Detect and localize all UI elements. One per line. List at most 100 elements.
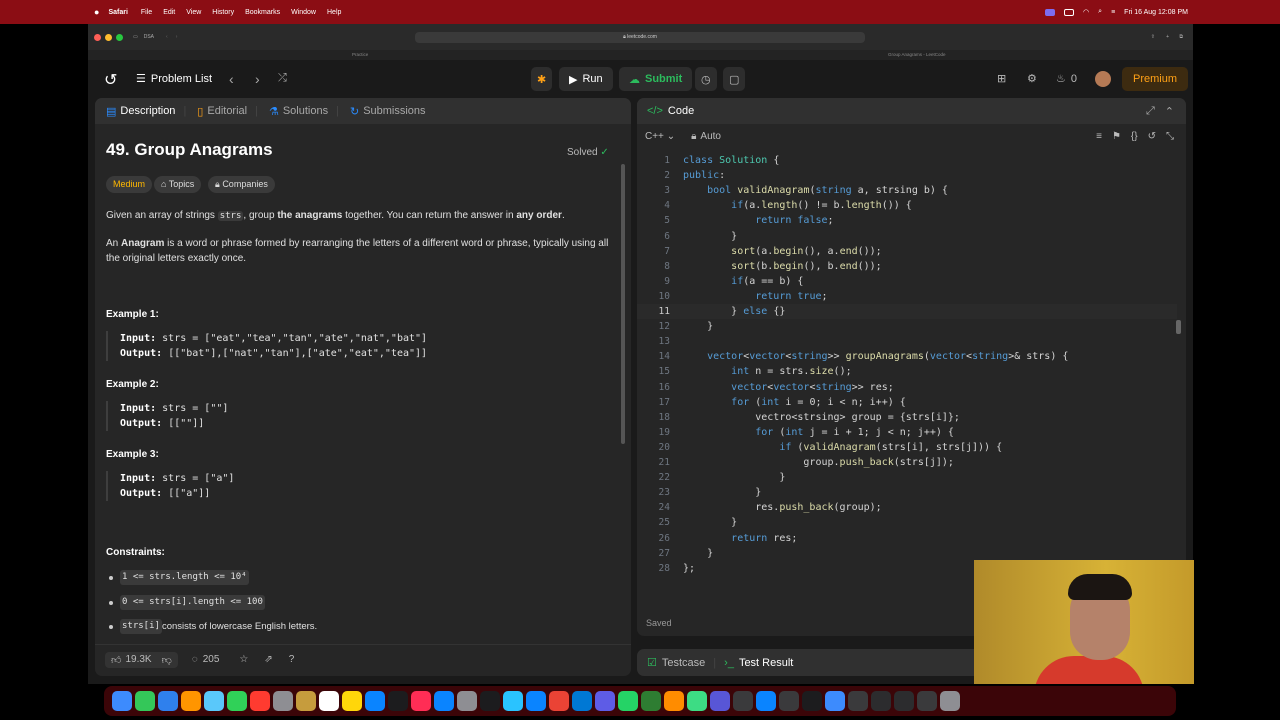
- star-icon[interactable]: ☆: [239, 654, 248, 665]
- problem-list-button[interactable]: ☰ Problem List: [136, 72, 212, 86]
- minimize-window-icon[interactable]: [105, 33, 112, 41]
- topics-chip[interactable]: ⌂ Topics: [154, 176, 202, 193]
- dock-app-icon[interactable]: [342, 691, 362, 711]
- dock-app-icon[interactable]: [181, 691, 201, 711]
- zoom-window-icon[interactable]: [116, 33, 123, 41]
- back-icon[interactable]: ‹: [166, 34, 168, 40]
- code-line[interactable]: 13: [637, 334, 1177, 349]
- dock-app-icon[interactable]: [572, 691, 592, 711]
- menu-window[interactable]: Window: [291, 9, 316, 16]
- dock-app-icon[interactable]: [825, 691, 845, 711]
- avatar[interactable]: [1095, 71, 1111, 87]
- share-icon[interactable]: ⇪: [1151, 34, 1155, 40]
- code-line[interactable]: 23 }: [637, 485, 1177, 500]
- format-icon[interactable]: ≡: [1096, 131, 1102, 142]
- control-center-icon[interactable]: ≡: [1111, 9, 1115, 16]
- help-icon[interactable]: ?: [289, 654, 295, 665]
- tab-overview-icon[interactable]: ⧉: [1179, 34, 1183, 40]
- companies-chip[interactable]: 🔒︎ Companies: [208, 176, 275, 193]
- dock-app-icon[interactable]: [641, 691, 661, 711]
- forward-icon[interactable]: ›: [176, 34, 178, 40]
- timer-icon[interactable]: ◷: [695, 67, 717, 91]
- shuffle-icon[interactable]: ⤮: [278, 72, 287, 85]
- dock-app-icon[interactable]: [158, 691, 178, 711]
- dock-app-icon[interactable]: [319, 691, 339, 711]
- code-line[interactable]: 24 res.push_back(group);: [637, 500, 1177, 515]
- problem-title[interactable]: 49. Group Anagrams: [106, 141, 273, 158]
- dock-app-icon[interactable]: [733, 691, 753, 711]
- dock-app-icon[interactable]: [457, 691, 477, 711]
- dock-app-icon[interactable]: [388, 691, 408, 711]
- code-line[interactable]: 17 for (int i = 0; i < n; i++) {: [637, 395, 1177, 410]
- dock-app-icon[interactable]: [664, 691, 684, 711]
- search-icon[interactable]: ⌕: [1098, 8, 1102, 16]
- dock-app-icon[interactable]: [112, 691, 132, 711]
- safari-tab-practice[interactable]: Practice: [352, 52, 368, 57]
- maximize-icon[interactable]: ⤢: [1146, 105, 1155, 118]
- next-problem-icon[interactable]: ›: [255, 71, 260, 87]
- code-line[interactable]: 4 if(a.length() != b.length()) {: [637, 198, 1177, 213]
- menu-help[interactable]: Help: [327, 9, 341, 16]
- dock-app-icon[interactable]: [135, 691, 155, 711]
- dock-app-icon[interactable]: [296, 691, 316, 711]
- dock-app-icon[interactable]: [917, 691, 937, 711]
- code-line[interactable]: 27 }: [637, 546, 1177, 561]
- dock-app-icon[interactable]: [434, 691, 454, 711]
- menu-view[interactable]: View: [186, 9, 201, 16]
- dock-app-icon[interactable]: [779, 691, 799, 711]
- menu-history[interactable]: History: [212, 9, 234, 16]
- code-line[interactable]: 11 } else {}: [637, 304, 1177, 320]
- layout-icon[interactable]: ⊞: [997, 72, 1006, 85]
- code-line[interactable]: 18 vectro<strsing> group = {strs[i]};: [637, 410, 1177, 425]
- display-icon[interactable]: [1064, 8, 1075, 16]
- tab-description[interactable]: ▤ Description: [106, 105, 175, 118]
- menubar-clock[interactable]: Fri 16 Aug 12:08 PM: [1124, 9, 1188, 16]
- code-line[interactable]: 1 class Solution {: [637, 153, 1177, 168]
- braces-icon[interactable]: {}: [1131, 131, 1138, 142]
- tab-submissions[interactable]: ↻ Submissions: [350, 105, 426, 118]
- dock-app-icon[interactable]: [273, 691, 293, 711]
- fullscreen-icon[interactable]: ⤡: [1166, 131, 1174, 142]
- menu-edit[interactable]: Edit: [163, 9, 175, 16]
- dock-app-icon[interactable]: [848, 691, 868, 711]
- dock-app-icon[interactable]: [204, 691, 224, 711]
- code-editor[interactable]: 1 class Solution {2 public: 3 bool validAna…: [637, 153, 1177, 613]
- sidebar-toggle-icon[interactable]: ▭: [133, 34, 138, 40]
- code-line[interactable]: 15 int n = strs.size();: [637, 364, 1177, 379]
- share-icon[interactable]: ⇗: [264, 654, 272, 665]
- dock-app-icon[interactable]: [756, 691, 776, 711]
- dock-app-icon[interactable]: [480, 691, 500, 711]
- tab-solutions[interactable]: ⚗ Solutions: [269, 105, 328, 118]
- code-line[interactable]: 10 return true;: [637, 289, 1177, 304]
- safari-tab-group-anagrams[interactable]: Group Anagrams - LeetCode: [888, 52, 946, 57]
- dock-app-icon[interactable]: [871, 691, 891, 711]
- code-line[interactable]: 7 sort(a.begin(), a.end());: [637, 244, 1177, 259]
- code-line[interactable]: 8 sort(b.begin(), b.end());: [637, 259, 1177, 274]
- address-bar[interactable]: 🔒︎ leetcode.com: [415, 32, 865, 43]
- debug-icon[interactable]: ✱: [531, 67, 553, 91]
- bookmark-icon[interactable]: ⚑: [1112, 131, 1121, 142]
- leetcode-logo-icon[interactable]: ↺: [104, 70, 117, 90]
- dock-app-icon[interactable]: [503, 691, 523, 711]
- prev-problem-icon[interactable]: ‹: [229, 71, 234, 87]
- code-line[interactable]: 3 bool validAnagram(string a, strsing b)…: [637, 183, 1177, 198]
- wifi-icon[interactable]: ◠: [1083, 8, 1089, 16]
- tab-editorial[interactable]: ▯ Editorial: [197, 105, 247, 118]
- dock-app-icon[interactable]: [894, 691, 914, 711]
- code-line[interactable]: 12 }: [637, 319, 1177, 334]
- apple-icon[interactable]: ●: [94, 7, 99, 17]
- code-line[interactable]: 21 group.push_back(strs[j]);: [637, 455, 1177, 470]
- code-line[interactable]: 26 return res;: [637, 531, 1177, 546]
- notes-icon[interactable]: ▢: [723, 67, 746, 91]
- dock-app-icon[interactable]: [802, 691, 822, 711]
- difficulty-badge[interactable]: Medium: [106, 176, 153, 193]
- streak-counter[interactable]: ♨ 0: [1056, 72, 1077, 86]
- dock-app-icon[interactable]: [365, 691, 385, 711]
- reset-icon[interactable]: ↺: [1148, 131, 1156, 142]
- code-line[interactable]: 2 public:: [637, 168, 1177, 183]
- menubar-app-name[interactable]: Safari: [108, 9, 127, 16]
- close-window-icon[interactable]: [94, 33, 101, 41]
- collapse-icon[interactable]: ⌃: [1165, 105, 1174, 118]
- code-line[interactable]: 16 vector<vector<string>> res;: [637, 380, 1177, 395]
- dock-app-icon[interactable]: [526, 691, 546, 711]
